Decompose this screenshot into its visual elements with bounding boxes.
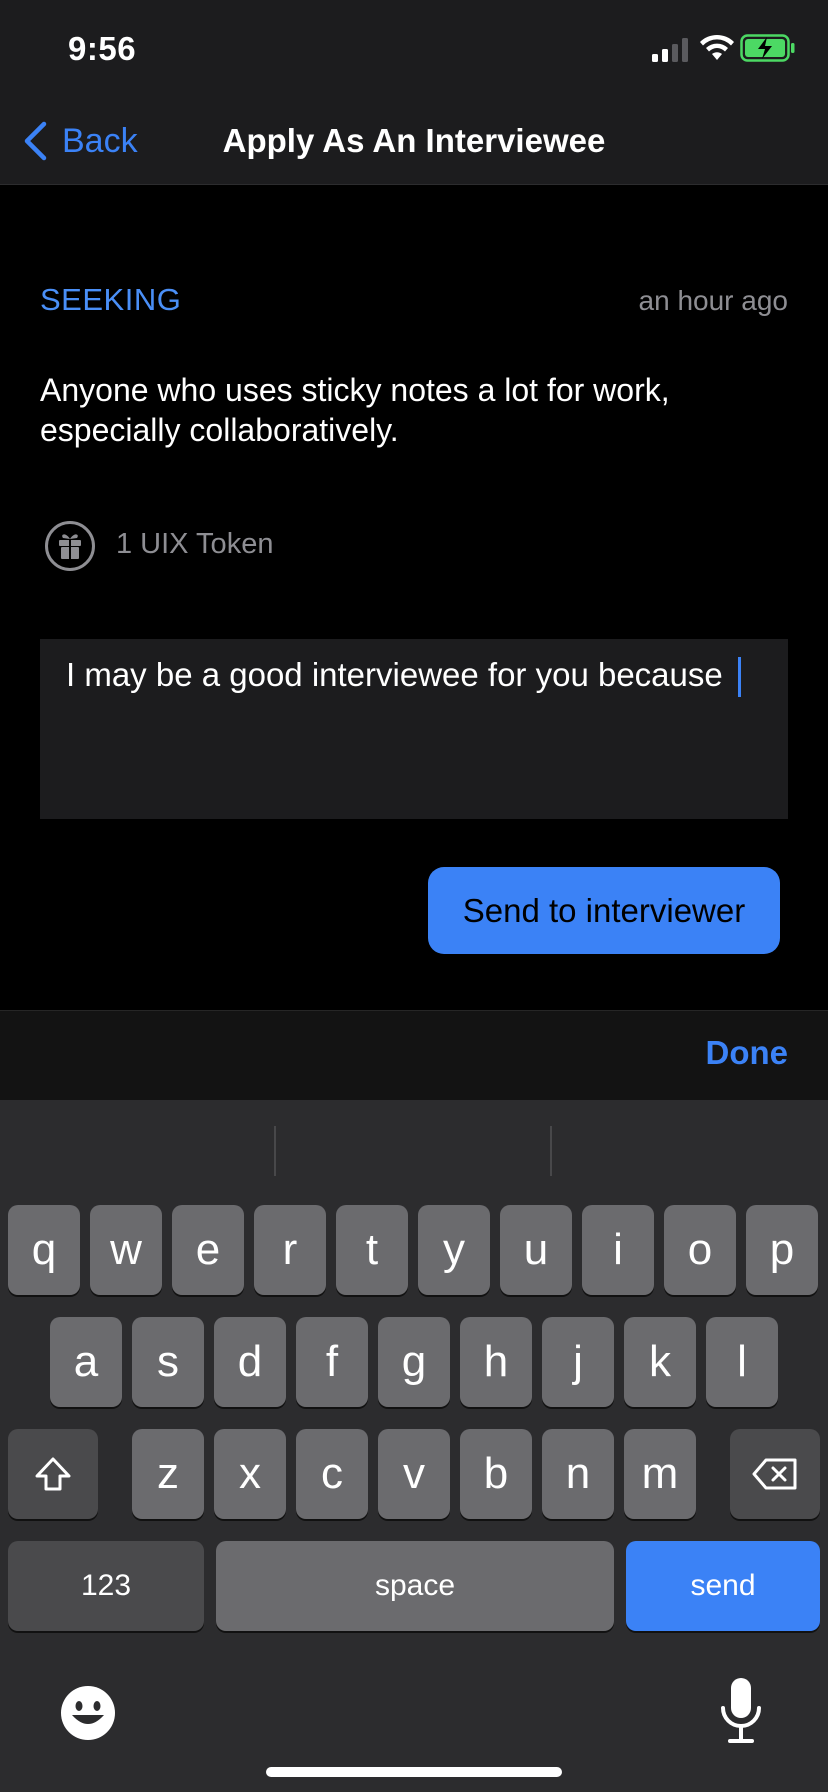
key-x[interactable]: x	[214, 1429, 286, 1519]
key-c[interactable]: c	[296, 1429, 368, 1519]
key-h[interactable]: h	[460, 1317, 532, 1407]
suggestion-divider	[274, 1126, 276, 1176]
text-cursor	[737, 657, 741, 698]
key-s[interactable]: s	[132, 1317, 204, 1407]
key-r[interactable]: r	[254, 1205, 326, 1295]
status-time: 9:56	[68, 30, 137, 67]
key-e[interactable]: e	[172, 1205, 244, 1295]
shift-arrow-icon	[35, 1457, 71, 1491]
reward-label: 1 UIX Token	[116, 528, 274, 560]
request-description: Anyone who uses sticky notes a lot for w…	[40, 372, 670, 448]
delete-key[interactable]	[730, 1429, 820, 1519]
keyboard-toolbar	[0, 1010, 828, 1101]
key-y[interactable]: y	[418, 1205, 490, 1295]
key-t[interactable]: t	[336, 1205, 408, 1295]
gift-icon	[45, 521, 95, 571]
key-j[interactable]: j	[542, 1317, 614, 1407]
seeking-label: SEEKING	[40, 282, 182, 317]
shift-key[interactable]	[8, 1429, 98, 1519]
key-p[interactable]: p	[746, 1205, 818, 1295]
key-d[interactable]: d	[214, 1317, 286, 1407]
key-b[interactable]: b	[460, 1429, 532, 1519]
microphone-icon[interactable]	[718, 1676, 764, 1748]
posted-time: an hour ago	[638, 285, 788, 316]
suggestion-divider	[550, 1126, 552, 1176]
numbers-key[interactable]: 123	[8, 1541, 204, 1631]
key-k[interactable]: k	[624, 1317, 696, 1407]
key-q[interactable]: q	[8, 1205, 80, 1295]
key-o[interactable]: o	[664, 1205, 736, 1295]
key-z[interactable]: z	[132, 1429, 204, 1519]
key-w[interactable]: w	[90, 1205, 162, 1295]
key-u[interactable]: u	[500, 1205, 572, 1295]
message-input-text[interactable]: I may be a good interviewee for you beca…	[66, 656, 741, 698]
key-f[interactable]: f	[296, 1317, 368, 1407]
key-l[interactable]: l	[706, 1317, 778, 1407]
emoji-face-icon[interactable]	[58, 1683, 118, 1743]
page-title: Apply As An Interviewee	[222, 122, 606, 159]
done-button[interactable]: Done	[706, 1034, 789, 1072]
send-to-interviewer-button[interactable]: Send to interviewer	[428, 867, 780, 954]
home-indicator	[266, 1767, 562, 1777]
battery-charging-icon	[740, 34, 795, 62]
wifi-icon	[700, 34, 734, 60]
backspace-icon	[752, 1458, 797, 1490]
key-n[interactable]: n	[542, 1429, 614, 1519]
message-value: I may be a good interviewee for you beca…	[66, 656, 732, 693]
key-m[interactable]: m	[624, 1429, 696, 1519]
space-key[interactable]: space	[216, 1541, 614, 1631]
key-i[interactable]: i	[582, 1205, 654, 1295]
key-a[interactable]: a	[50, 1317, 122, 1407]
send-key[interactable]: send	[626, 1541, 820, 1631]
key-v[interactable]: v	[378, 1429, 450, 1519]
cellular-signal-icon	[652, 38, 688, 62]
key-g[interactable]: g	[378, 1317, 450, 1407]
